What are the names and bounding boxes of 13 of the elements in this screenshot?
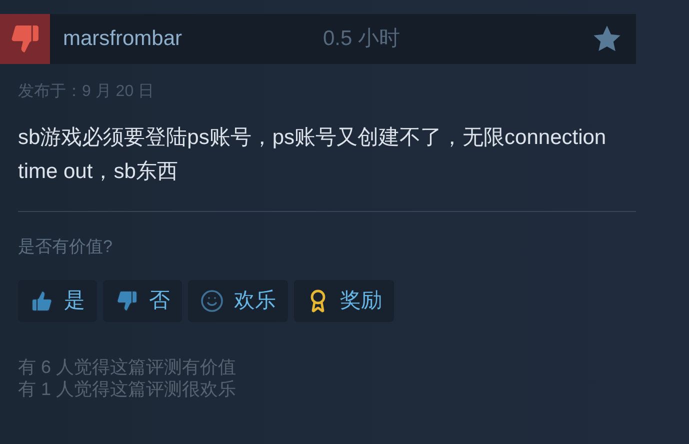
thumbs-down-icon (115, 288, 139, 312)
yes-button[interactable]: 是 (18, 280, 97, 322)
award-button[interactable]: 奖励 (294, 280, 394, 322)
vote-count: 有 1 人觉得这篇评测很欢乐 (18, 378, 238, 400)
smiley-icon (200, 288, 224, 312)
playtime: 0.5 小时 (323, 26, 400, 52)
helpful-question: 是否有价值? (18, 236, 114, 258)
author-name[interactable]: marsfrombar (63, 23, 323, 55)
review-text: sb游戏必须要登陆ps账号，ps账号又创建不了，无限connection time out，sb东西 (18, 125, 608, 185)
no-button[interactable]: 否 (103, 280, 182, 322)
vote-count: 有 6 人觉得这篇评测有价值 (18, 356, 238, 378)
thumbs-up-icon (30, 288, 54, 312)
funny-button[interactable]: 欢乐 (188, 280, 288, 322)
